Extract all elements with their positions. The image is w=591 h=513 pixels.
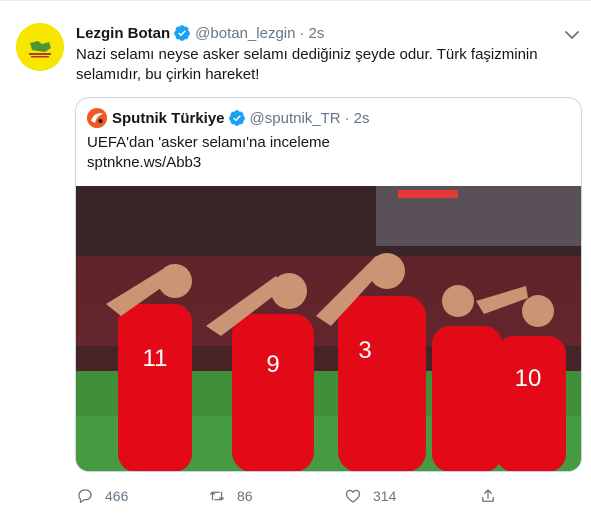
retweet-count: 86	[237, 488, 253, 504]
separator-dot: ·	[344, 109, 350, 127]
retweet-icon	[209, 491, 225, 501]
like-button[interactable]: 314	[344, 485, 396, 507]
author-handle[interactable]: @botan_lezgin	[195, 25, 295, 42]
author-avatar[interactable]	[16, 23, 64, 71]
quoted-text-line: UEFA'dan 'asker selamı'na inceleme	[87, 134, 330, 151]
reply-button[interactable]: 466	[76, 485, 128, 507]
shirt-number: 9	[266, 351, 279, 378]
reply-count: 466	[105, 488, 129, 504]
like-icon	[345, 489, 361, 503]
reply-icon	[78, 489, 92, 504]
tweet-timestamp[interactable]: 2s	[308, 25, 324, 42]
author-name[interactable]: Lezgin Botan	[76, 25, 170, 42]
tweet-header: Lezgin Botan @botan_lezgin · 2s	[76, 22, 324, 44]
separator-dot: ·	[299, 24, 305, 42]
quoted-timestamp: 2s	[353, 109, 370, 127]
quoted-author-name[interactable]: Sputnik Türkiye	[112, 110, 225, 127]
shirt-number: 10	[515, 365, 542, 392]
tweet[interactable]: Lezgin Botan @botan_lezgin · 2s Nazi sel…	[0, 0, 591, 513]
tweet-photo[interactable]: 11 9 3 10	[76, 186, 581, 471]
quoted-tweet[interactable]: Sputnik Türkiye @sputnik_TR · 2s UEFA'da…	[75, 97, 582, 472]
quoted-author-handle: @sputnik_TR	[249, 109, 341, 127]
tweet-actions: 466 86 314	[76, 485, 576, 507]
players-saluting-image: 11 9 3 10	[76, 186, 581, 471]
shirt-number: 11	[143, 345, 168, 372]
shirt-number: 3	[358, 337, 371, 364]
like-count: 314	[373, 488, 397, 504]
verified-badge-icon	[228, 109, 246, 127]
share-button[interactable]	[479, 485, 508, 507]
quoted-tweet-text: UEFA'dan 'asker selamı'na inceleme sptnk…	[87, 133, 567, 173]
verified-badge-icon	[173, 24, 191, 42]
retweet-button[interactable]: 86	[208, 485, 253, 507]
chevron-down-icon[interactable]	[565, 27, 579, 39]
tweet-text: Nazi selamı neyse asker selamı dediğiniz…	[76, 46, 538, 83]
quoted-link[interactable]: sptnkne.ws/Abb3	[87, 153, 567, 173]
quoted-tweet-header: Sputnik Türkiye @sputnik_TR · 2s	[87, 108, 369, 128]
share-icon	[482, 489, 494, 502]
quoted-author-avatar	[87, 108, 107, 128]
